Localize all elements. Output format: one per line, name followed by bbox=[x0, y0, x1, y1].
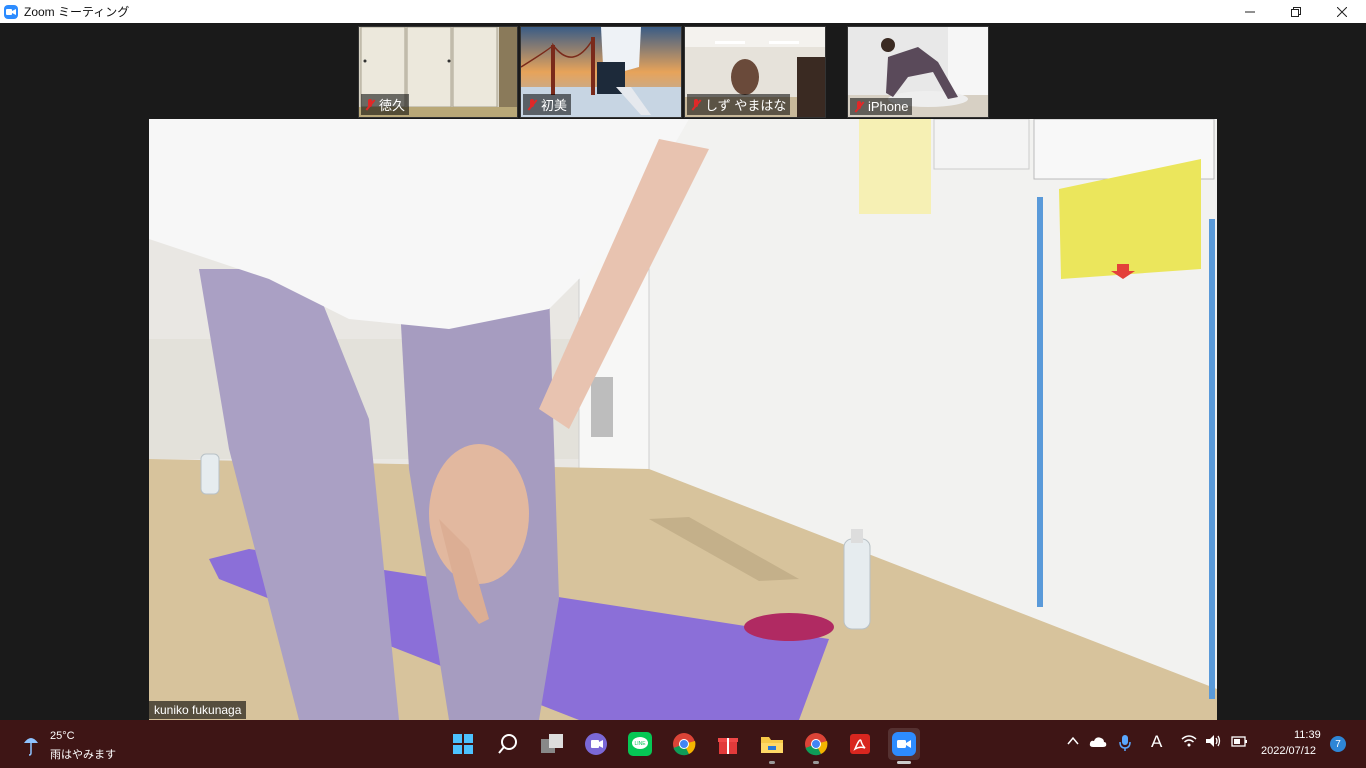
active-speaker-video bbox=[149, 119, 1217, 720]
acrobat-icon[interactable] bbox=[844, 728, 876, 760]
active-speaker-name: kuniko fukunaga bbox=[149, 701, 247, 719]
participant-name: 徳久 bbox=[379, 98, 406, 113]
running-indicator bbox=[813, 761, 819, 764]
active-indicator bbox=[897, 761, 911, 764]
participant-tile[interactable]: しず やまはな bbox=[684, 26, 826, 118]
gift-icon[interactable] bbox=[712, 728, 744, 760]
microphone-icon[interactable] bbox=[1119, 734, 1131, 755]
notification-badge[interactable]: 7 bbox=[1330, 736, 1346, 752]
battery-icon[interactable] bbox=[1230, 734, 1248, 751]
participant-name-tag: 初美 bbox=[523, 94, 572, 115]
svg-text:LINE: LINE bbox=[634, 741, 646, 747]
clock-time[interactable]: 11:39 bbox=[1294, 729, 1321, 741]
task-view-icon[interactable] bbox=[536, 728, 568, 760]
weather-widget[interactable]: 25°C 雨はやみます bbox=[22, 726, 132, 762]
chrome-icon[interactable] bbox=[668, 728, 700, 760]
minimize-button[interactable] bbox=[1227, 0, 1273, 23]
participant-name: 初美 bbox=[541, 98, 568, 113]
participant-name: iPhone bbox=[868, 99, 909, 114]
chrome-icon[interactable] bbox=[800, 728, 832, 764]
zoom-icon[interactable] bbox=[888, 728, 920, 764]
weather-description: 雨はやみます bbox=[50, 749, 116, 761]
participant-tile[interactable]: iPhone bbox=[847, 26, 989, 118]
mic-muted-icon bbox=[854, 100, 864, 113]
participant-name: しず やまはな bbox=[705, 98, 787, 113]
restore-button[interactable] bbox=[1273, 0, 1319, 23]
line-icon[interactable]: LINE bbox=[624, 728, 656, 760]
mic-muted-icon bbox=[527, 98, 537, 111]
windows-taskbar: 25°C 雨はやみます LINE A 11:39 2022/07/12 7 bbox=[0, 720, 1366, 768]
zoom-logo-icon bbox=[4, 4, 18, 19]
participant-tile[interactable]: 初美 bbox=[520, 26, 682, 118]
search-icon[interactable] bbox=[492, 728, 524, 760]
mic-muted-icon bbox=[365, 98, 375, 111]
umbrella-icon bbox=[22, 734, 40, 761]
start-icon[interactable] bbox=[447, 728, 479, 760]
onedrive-cloud-icon[interactable] bbox=[1089, 736, 1107, 751]
file-explorer-icon[interactable] bbox=[756, 728, 788, 764]
speaker-video-frame bbox=[149, 119, 1217, 720]
clock-date[interactable]: 2022/07/12 bbox=[1261, 745, 1316, 757]
participant-name-tag: 徳久 bbox=[361, 94, 410, 115]
running-indicator bbox=[769, 761, 775, 764]
wifi-icon[interactable] bbox=[1181, 734, 1197, 751]
participant-name-tag: しず やまはな bbox=[687, 94, 791, 115]
title-bar: Zoom ミーティング bbox=[0, 0, 1366, 23]
weather-temp: 25°C bbox=[50, 730, 75, 742]
volume-icon[interactable] bbox=[1205, 734, 1223, 751]
window-title: Zoom ミーティング bbox=[24, 5, 130, 19]
ime-indicator[interactable]: A bbox=[1151, 732, 1162, 752]
teams-icon[interactable] bbox=[580, 728, 612, 760]
mic-muted-icon bbox=[691, 98, 701, 111]
participant-tile[interactable]: 徳久 bbox=[358, 26, 518, 118]
chevron-up-icon[interactable] bbox=[1067, 734, 1079, 749]
participant-name-tag: iPhone bbox=[850, 98, 913, 115]
close-button[interactable] bbox=[1319, 0, 1365, 23]
